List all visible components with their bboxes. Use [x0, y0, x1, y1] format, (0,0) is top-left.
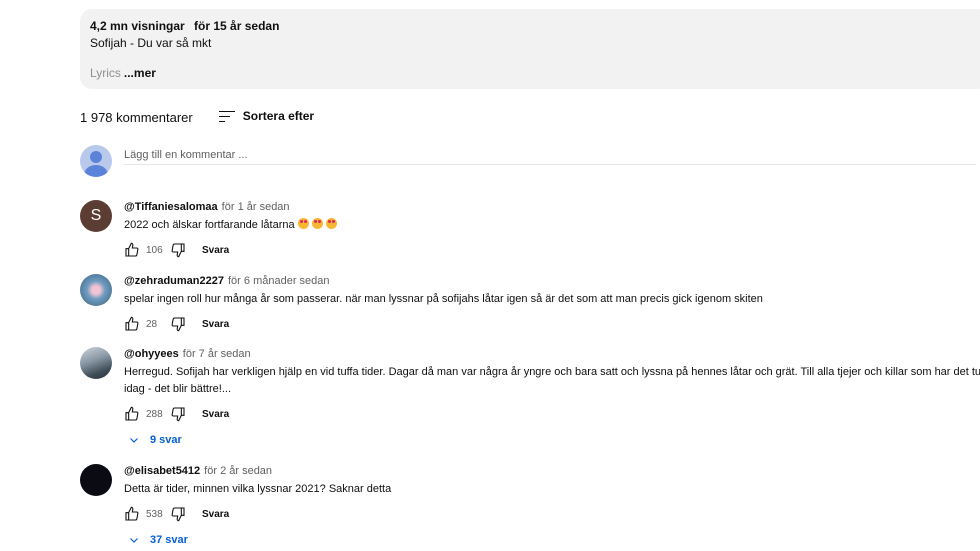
comments-header: 1 978 kommentarer Sortera efter: [80, 106, 315, 126]
heart-eyes-emoji-icon: [311, 218, 323, 229]
thumbs-up-icon: [125, 506, 139, 521]
like-count: 288: [146, 408, 163, 420]
thumbs-up-icon: [125, 242, 139, 257]
description-stats: 4,2 mn visningar för 15 år sedan: [90, 18, 980, 34]
thumbs-down-icon: [171, 317, 185, 332]
chevron-down-icon: [128, 534, 140, 546]
comment-text: spelar ingen roll hur många år som passe…: [124, 293, 763, 305]
like-count: 106: [146, 244, 163, 256]
like-button[interactable]: [124, 506, 140, 522]
reply-button[interactable]: Svara: [202, 319, 229, 330]
view-replies-button[interactable]: 37 svar: [124, 534, 980, 546]
comment-count: 1 978 kommentarer: [80, 110, 193, 125]
description-title-line: Sofijah - Du var så mkt: [90, 36, 212, 50]
reply-button[interactable]: Svara: [202, 509, 229, 520]
show-more-button[interactable]: ...mer: [124, 66, 156, 80]
comment-text-line: Herregud. Sofijah har verkligen hjälp en…: [124, 366, 980, 378]
upload-age: för 15 år sedan: [194, 19, 280, 33]
comment-text-line: idag - det blir bättre!...: [124, 383, 231, 395]
comment-author[interactable]: @elisabet5412: [124, 465, 200, 477]
thumbs-up-icon: [125, 316, 139, 331]
description-truncated-text: Lyrics: [90, 66, 121, 80]
like-count: 28: [146, 318, 158, 330]
thumbs-down-icon: [171, 507, 185, 522]
thumbs-up-icon: [125, 406, 139, 421]
comment-text: 2022 och älskar fortfarande låtarna: [124, 219, 295, 231]
avatar[interactable]: [80, 274, 112, 306]
heart-eyes-emoji-icon: [325, 218, 337, 229]
dislike-button[interactable]: [170, 406, 186, 422]
comment-author[interactable]: @Tiffaniesalomaa: [124, 201, 218, 213]
avatar[interactable]: [80, 464, 112, 496]
reply-button[interactable]: Svara: [202, 409, 229, 420]
sort-icon: [218, 109, 235, 123]
user-avatar: [80, 145, 112, 177]
like-button[interactable]: [124, 406, 140, 422]
sort-label: Sortera efter: [242, 108, 315, 123]
add-comment-row: [80, 145, 976, 177]
replies-label: 9 svar: [150, 434, 182, 446]
like-button[interactable]: [124, 242, 140, 258]
video-description[interactable]: 4,2 mn visningar för 15 år sedan Sofijah…: [80, 9, 980, 89]
comment-author[interactable]: @zehraduman2227: [124, 275, 224, 287]
comment-text: Detta är tider, minnen vilka lyssnar 202…: [124, 483, 392, 495]
comment-author[interactable]: @ohyyees: [124, 348, 179, 360]
comment-time[interactable]: för 2 år sedan: [204, 465, 272, 477]
reply-button[interactable]: Svara: [202, 245, 229, 256]
like-count: 538: [146, 508, 163, 520]
dislike-button[interactable]: [170, 316, 186, 332]
add-comment-input[interactable]: [124, 145, 976, 165]
chevron-down-icon: [128, 434, 140, 446]
comment-time[interactable]: för 6 månader sedan: [228, 275, 330, 287]
thumbs-down-icon: [171, 243, 185, 258]
view-replies-button[interactable]: 9 svar: [124, 434, 980, 446]
comment-text-row: 2022 och älskar fortfarande låtarna: [124, 217, 980, 234]
dislike-button[interactable]: [170, 242, 186, 258]
comment-text: Herregud. Sofijah har verkligen hjälp en…: [124, 364, 980, 398]
avatar[interactable]: S: [80, 200, 112, 232]
description-more-row: Lyrics ...mer: [90, 65, 156, 81]
thumbs-down-icon: [171, 407, 185, 422]
dislike-button[interactable]: [170, 506, 186, 522]
avatar[interactable]: [80, 347, 112, 379]
heart-eyes-emoji-icon: [297, 218, 309, 229]
comment-time[interactable]: för 7 år sedan: [183, 348, 251, 360]
comment-time[interactable]: för 1 år sedan: [222, 201, 290, 213]
like-button[interactable]: [124, 316, 140, 332]
view-count: 4,2 mn visningar: [90, 19, 185, 33]
sort-button[interactable]: Sortera efter: [218, 108, 315, 123]
replies-label: 37 svar: [150, 534, 188, 546]
